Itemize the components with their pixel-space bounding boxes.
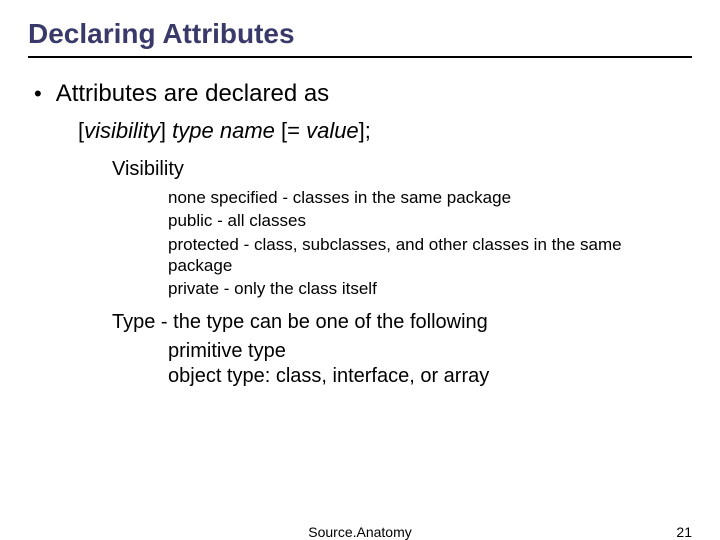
visibility-item: protected - class, subclasses, and other…: [168, 234, 662, 277]
footer-source: Source.Anatomy: [308, 524, 412, 540]
bullet-level-1: • Attributes are declared as: [34, 80, 692, 108]
type-item: primitive type: [168, 340, 692, 363]
syntax-eq-close: ];: [359, 118, 371, 143]
visibility-item: public - all classes: [168, 210, 662, 231]
visibility-header: Visibility: [112, 158, 692, 181]
slide: Declaring Attributes • Attributes are de…: [0, 0, 720, 540]
type-header: Type - the type can be one of the follow…: [112, 311, 692, 334]
visibility-item: none specified - classes in the same pac…: [168, 187, 662, 208]
bullet-1-text: Attributes are declared as: [56, 80, 329, 108]
visibility-item: private - only the class itself: [168, 278, 662, 299]
syntax-eq-open: [=: [281, 118, 306, 143]
syntax-value: value: [306, 118, 359, 143]
syntax-line: [visibility] type name [= value];: [78, 118, 692, 144]
page-number: 21: [676, 524, 692, 540]
syntax-type-name: type name: [166, 118, 281, 143]
type-item: object type: class, interface, or array: [168, 365, 692, 388]
bullet-dot-icon: •: [34, 83, 42, 105]
syntax-visibility: visibility: [84, 118, 160, 143]
slide-title: Declaring Attributes: [28, 18, 692, 58]
